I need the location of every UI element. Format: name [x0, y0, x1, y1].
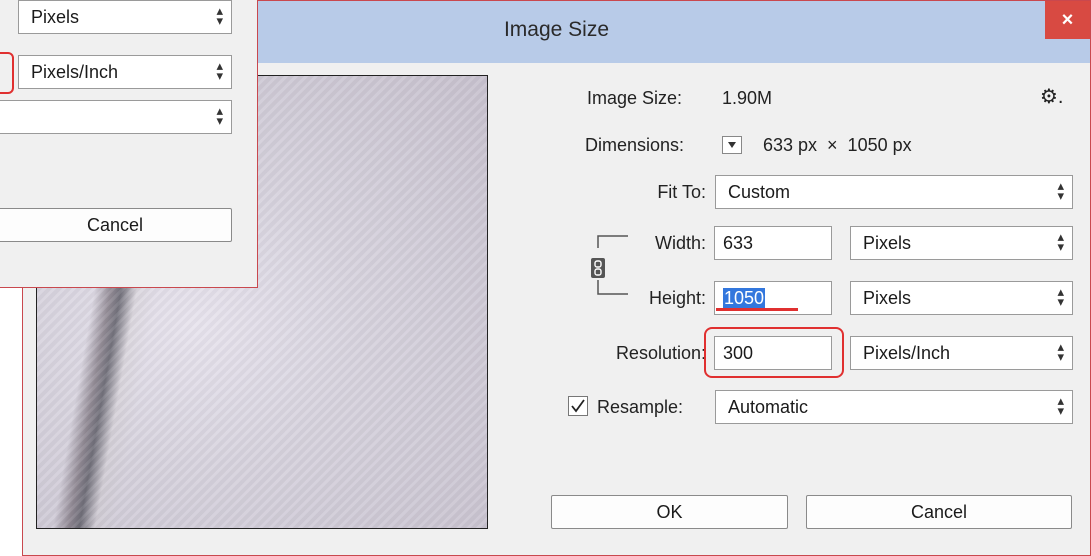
close-button[interactable]: ×: [1045, 1, 1090, 39]
height-value: 1050: [723, 288, 766, 308]
bg-unit-select-1[interactable]: Pixels ▴ ▾: [18, 0, 232, 34]
fit-to-value: Custom: [728, 182, 791, 202]
select-arrows-icon: ▴ ▾: [216, 58, 223, 83]
cancel-button[interactable]: Cancel: [806, 495, 1072, 529]
checkbox-check-icon: [571, 399, 585, 413]
bg-unit-select-2[interactable]: Pixels/Inch ▴ ▾: [18, 55, 232, 89]
ok-button[interactable]: OK: [551, 495, 788, 529]
gear-icon[interactable]: ⚙.: [1040, 84, 1064, 109]
select-arrows-icon: ▴ ▾: [1057, 178, 1064, 203]
bg-cancel-button[interactable]: Cancel: [0, 208, 232, 242]
height-label: Height:: [648, 288, 706, 308]
dimensions-value: 633 px × 1050 px: [763, 135, 912, 155]
resolution-unit-value: Pixels/Inch: [863, 343, 951, 363]
dimensions-label: Dimensions:: [585, 135, 685, 155]
bg-unit-value-2: Pixels/Inch: [31, 62, 119, 82]
width-label: Width:: [654, 233, 706, 253]
select-arrows-icon: ▴ ▾: [1057, 284, 1064, 309]
close-icon: ×: [1061, 9, 1074, 31]
image-size-value: 1.90M: [722, 88, 773, 108]
background-dialog: [0, 0, 258, 288]
dimensions-dropdown-button[interactable]: [722, 136, 742, 154]
resample-label: Resample:: [597, 397, 684, 417]
select-arrows-icon: ▴ ▾: [1057, 229, 1064, 254]
fit-to-label: Fit To:: [657, 182, 706, 202]
resolution-label: Resolution:: [615, 343, 706, 363]
resample-checkbox[interactable]: [568, 396, 588, 416]
resolution-unit-select[interactable]: Pixels/Inch ▴ ▾: [850, 336, 1073, 370]
resample-select[interactable]: Automatic ▴ ▾: [715, 390, 1073, 424]
height-underline-annotation: [716, 308, 798, 311]
image-size-label: Image Size:: [587, 88, 683, 108]
select-arrows-icon: ▴ ▾: [216, 3, 223, 28]
dropdown-icon: [728, 142, 736, 148]
fit-to-select[interactable]: Custom ▴ ▾: [715, 175, 1073, 209]
bg-select-3[interactable]: ▴ ▾: [0, 100, 232, 134]
resample-value: Automatic: [728, 397, 809, 417]
width-unit-value: Pixels: [863, 233, 912, 253]
select-arrows-icon: ▴ ▾: [1057, 339, 1064, 364]
bg-unit-value-1: Pixels: [31, 7, 80, 27]
height-unit-value: Pixels: [863, 288, 912, 308]
width-input[interactable]: 633: [714, 226, 832, 260]
height-unit-select[interactable]: Pixels ▴ ▾: [850, 281, 1073, 315]
bg-highlight-annotation: [0, 52, 14, 94]
select-arrows-icon: ▴ ▾: [1057, 393, 1064, 418]
select-arrows-icon: ▴ ▾: [216, 103, 223, 128]
resolution-highlight-annotation: [704, 327, 844, 378]
width-unit-select[interactable]: Pixels ▴ ▾: [850, 226, 1073, 260]
